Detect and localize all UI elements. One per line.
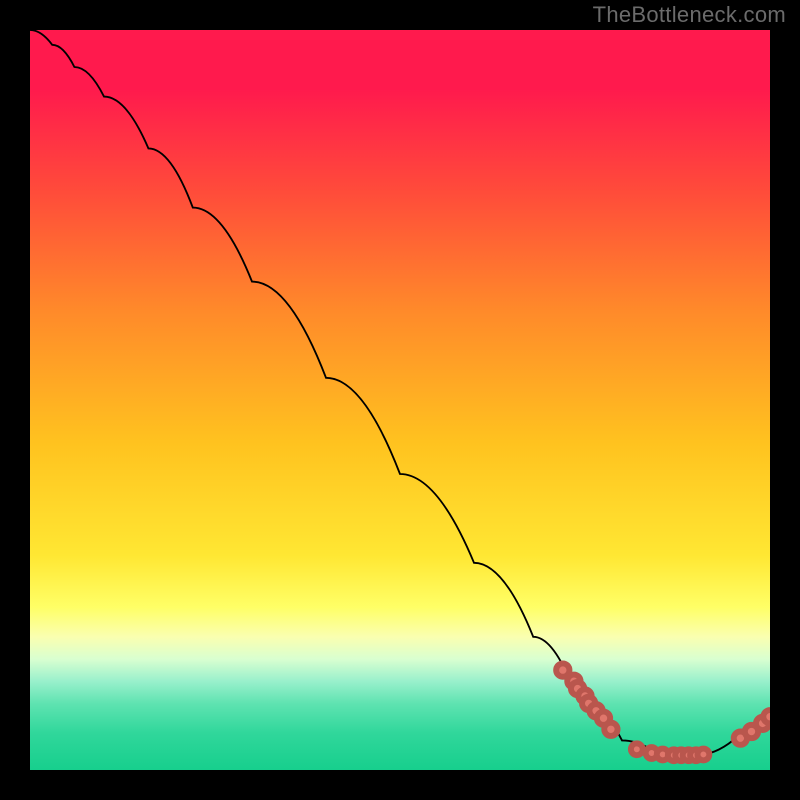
dot-cluster-minimum bbox=[631, 743, 709, 761]
bottleneck-curve bbox=[30, 30, 770, 755]
data-point bbox=[631, 743, 643, 755]
plot-area bbox=[30, 30, 770, 770]
data-point bbox=[697, 749, 709, 761]
data-point bbox=[763, 710, 770, 723]
chart-svg bbox=[30, 30, 770, 770]
chart-container: TheBottleneck.com bbox=[0, 0, 800, 800]
data-point bbox=[604, 723, 617, 736]
dot-cluster-descent bbox=[556, 663, 617, 736]
watermark-text: TheBottleneck.com bbox=[593, 2, 786, 28]
dot-cluster-upturn bbox=[734, 710, 770, 745]
